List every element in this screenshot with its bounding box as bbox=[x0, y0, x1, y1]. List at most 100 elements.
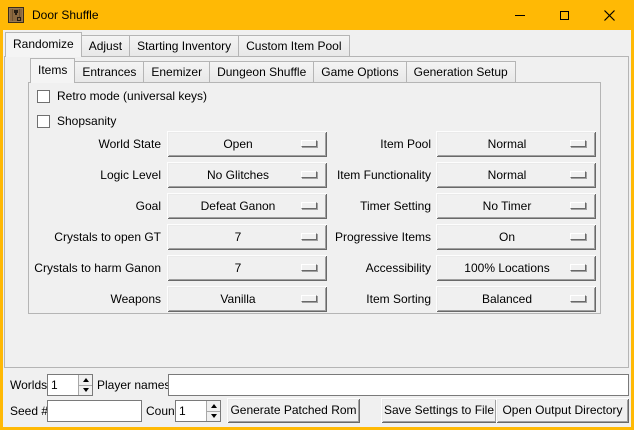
checkbox-indicator bbox=[37, 90, 50, 103]
item-functionality-dropdown[interactable]: Normal bbox=[436, 162, 596, 188]
minimize-icon bbox=[515, 15, 525, 16]
dropdown-value: 100% Locations bbox=[464, 261, 567, 275]
inner-tab-bar: Items Entrances Enemizer Dungeon Shuffle… bbox=[30, 58, 515, 82]
option-row: Weapons Vanilla Item Sorting Balanced bbox=[29, 286, 600, 312]
world-state-label: World State bbox=[29, 131, 161, 157]
close-button[interactable] bbox=[587, 0, 632, 30]
weapons-label: Weapons bbox=[29, 286, 161, 312]
player-names-field bbox=[168, 374, 629, 396]
spin-down-icon bbox=[211, 414, 217, 418]
seed-label: Seed # bbox=[10, 400, 48, 422]
dropdown-value: 7 bbox=[235, 261, 260, 275]
count-input[interactable] bbox=[176, 401, 206, 421]
client-area: Randomize Adjust Starting Inventory Cust… bbox=[3, 30, 631, 427]
worlds-spinner bbox=[47, 374, 93, 396]
menu-dash-indicator bbox=[570, 264, 586, 271]
spin-up-icon bbox=[211, 404, 217, 408]
progressive-items-label: Progressive Items bbox=[315, 224, 431, 250]
spin-down-button[interactable] bbox=[78, 385, 92, 396]
tab-dungeon-shuffle[interactable]: Dungeon Shuffle bbox=[209, 61, 314, 82]
menu-dash-indicator bbox=[570, 295, 586, 302]
outer-tab-bar: Randomize Adjust Starting Inventory Cust… bbox=[5, 32, 349, 56]
tab-generation-setup[interactable]: Generation Setup bbox=[406, 61, 516, 82]
shopsanity-checkbox[interactable]: Shopsanity bbox=[37, 114, 116, 128]
menu-dash-indicator bbox=[570, 202, 586, 209]
goal-label: Goal bbox=[29, 193, 161, 219]
dropdown-value: No Glitches bbox=[207, 168, 287, 182]
tab-randomize[interactable]: Randomize bbox=[5, 32, 82, 57]
spin-buttons bbox=[78, 375, 92, 395]
crystals-ganon-dropdown[interactable]: 7 bbox=[167, 255, 327, 281]
items-tab-panel: Retro mode (universal keys) Shopsanity W… bbox=[28, 82, 601, 314]
accessibility-label: Accessibility bbox=[315, 255, 431, 281]
menu-dash-indicator bbox=[570, 140, 586, 147]
item-sorting-label: Item Sorting bbox=[315, 286, 431, 312]
spin-up-button[interactable] bbox=[206, 401, 220, 411]
minimize-button[interactable] bbox=[497, 0, 542, 30]
generate-patched-rom-button[interactable]: Generate Patched Rom bbox=[227, 398, 360, 423]
tab-items[interactable]: Items bbox=[30, 58, 75, 83]
timer-setting-dropdown[interactable]: No Timer bbox=[436, 193, 596, 219]
window-title: Door Shuffle bbox=[32, 8, 99, 22]
dropdown-value: On bbox=[499, 230, 533, 244]
maximize-button[interactable] bbox=[542, 0, 587, 30]
open-output-directory-button[interactable]: Open Output Directory bbox=[496, 398, 629, 423]
world-state-dropdown[interactable]: Open bbox=[167, 131, 327, 157]
checkbox-indicator bbox=[37, 115, 50, 128]
titlebar[interactable]: Door Shuffle bbox=[0, 0, 634, 30]
item-sorting-dropdown[interactable]: Balanced bbox=[436, 286, 596, 312]
weapons-dropdown[interactable]: Vanilla bbox=[167, 286, 327, 312]
logic-level-label: Logic Level bbox=[29, 162, 161, 188]
item-pool-label: Item Pool bbox=[315, 131, 431, 157]
close-icon bbox=[604, 10, 615, 21]
count-label: Count bbox=[146, 400, 178, 422]
worlds-label: Worlds bbox=[10, 374, 47, 396]
item-functionality-label: Item Functionality bbox=[315, 162, 431, 188]
tab-custom-item-pool[interactable]: Custom Item Pool bbox=[238, 35, 349, 56]
tab-enemizer[interactable]: Enemizer bbox=[143, 61, 210, 82]
accessibility-dropdown[interactable]: 100% Locations bbox=[436, 255, 596, 281]
seed-field bbox=[47, 400, 142, 422]
menu-dash-indicator bbox=[570, 233, 586, 240]
seed-input[interactable] bbox=[48, 401, 141, 421]
crystals-ganon-label: Crystals to harm Ganon bbox=[29, 255, 161, 281]
crystals-gt-dropdown[interactable]: 7 bbox=[167, 224, 327, 250]
tab-game-options[interactable]: Game Options bbox=[313, 61, 406, 82]
player-names-input[interactable] bbox=[169, 375, 628, 395]
tab-entrances[interactable]: Entrances bbox=[74, 61, 144, 82]
dropdown-value: Defeat Ganon bbox=[201, 199, 294, 213]
timer-setting-label: Timer Setting bbox=[315, 193, 431, 219]
spin-up-button[interactable] bbox=[78, 375, 92, 385]
maximize-icon bbox=[560, 11, 569, 20]
spin-down-icon bbox=[83, 388, 89, 392]
count-spinner bbox=[175, 400, 221, 422]
save-settings-button[interactable]: Save Settings to File bbox=[381, 398, 497, 423]
dropdown-value: Balanced bbox=[482, 292, 550, 306]
dropdown-value: No Timer bbox=[483, 199, 550, 213]
checkbox-label: Shopsanity bbox=[57, 114, 116, 128]
retro-mode-checkbox[interactable]: Retro mode (universal keys) bbox=[37, 89, 207, 103]
crystals-gt-label: Crystals to open GT bbox=[29, 224, 161, 250]
caption-buttons bbox=[497, 0, 632, 30]
progressive-items-dropdown[interactable]: On bbox=[436, 224, 596, 250]
door-shuffle-window: Door Shuffle Randomize Adjust Starting I… bbox=[0, 0, 634, 430]
dropdown-value: Normal bbox=[488, 137, 545, 151]
option-row: Goal Defeat Ganon Timer Setting No Timer bbox=[29, 193, 600, 219]
item-pool-dropdown[interactable]: Normal bbox=[436, 131, 596, 157]
spin-up-icon bbox=[83, 378, 89, 382]
worlds-input[interactable] bbox=[48, 375, 78, 395]
goal-dropdown[interactable]: Defeat Ganon bbox=[167, 193, 327, 219]
option-row: World State Open Item Pool Normal bbox=[29, 131, 600, 157]
tab-starting-inventory[interactable]: Starting Inventory bbox=[129, 35, 239, 56]
tab-adjust[interactable]: Adjust bbox=[81, 35, 130, 56]
dropdown-value: Vanilla bbox=[220, 292, 273, 306]
player-names-label: Player names bbox=[97, 374, 170, 396]
dropdown-value: Normal bbox=[488, 168, 545, 182]
spin-down-button[interactable] bbox=[206, 411, 220, 422]
logic-level-dropdown[interactable]: No Glitches bbox=[167, 162, 327, 188]
spin-buttons bbox=[206, 401, 220, 421]
option-row: Logic Level No Glitches Item Functionali… bbox=[29, 162, 600, 188]
menu-dash-indicator bbox=[570, 171, 586, 178]
dropdown-value: Open bbox=[223, 137, 270, 151]
option-row: Crystals to open GT 7 Progressive Items … bbox=[29, 224, 600, 250]
